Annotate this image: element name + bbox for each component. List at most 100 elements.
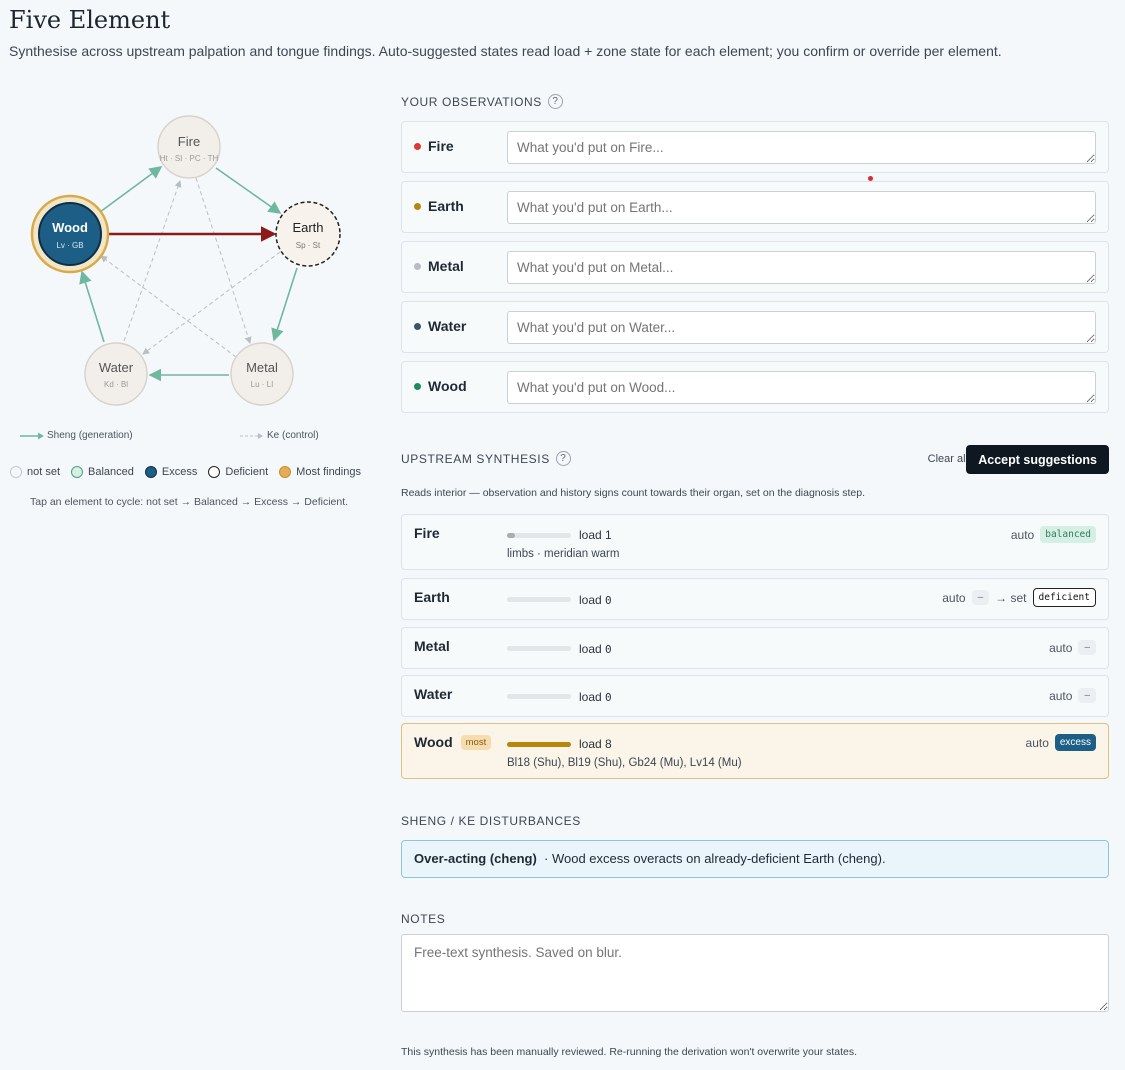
load-value: 0 [605,691,612,704]
auto-state-area: auto balanced [1011,526,1096,543]
ke-arrow-water-fire [123,180,182,342]
fire-dot-icon [414,142,421,150]
notes-section: Notes [401,912,1109,926]
legend-not-set-label: not set [27,466,61,478]
synthesis-heading-label: Upstream synthesis [401,451,550,466]
load-label: load 0 [579,642,612,656]
auto-state-area: auto – → set deficient [942,588,1096,607]
disturbances-heading-label: Sheng / Ke disturbances [401,814,581,828]
load-word: load [579,690,602,704]
state-badge-balanced[interactable]: balanced [1040,526,1096,543]
load-word: load [579,737,602,751]
element-node-earth[interactable]: Earth Sp · St [275,201,341,267]
not-set-swatch-icon [10,466,22,478]
node-label-earth: Earth [292,220,323,235]
load-value: 1 [605,528,612,542]
disturbance-title: Over-acting (cheng) [414,851,537,866]
legend-ke: Ke (control) [240,430,319,441]
observations-heading-label: Your observations [401,94,542,109]
excess-swatch-icon [144,466,157,478]
observation-input-metal[interactable] [507,251,1096,284]
observation-label-text: Fire [428,138,454,154]
disturbance-text: · Wood excess overacts on already-defici… [544,851,886,866]
state-badge-unset: – [971,590,990,605]
auto-label: auto [942,590,966,605]
sheng-arrow-fire-earth [215,167,282,214]
state-legend: not set Balanced Excess Deficient Most f… [10,466,361,478]
observation-input-earth[interactable] [507,191,1096,224]
synthesis-row-earth: Earth load 0 auto – → set deficient [401,578,1109,620]
auto-label: auto [1010,527,1035,542]
state-badge-unset[interactable]: – [1078,688,1096,703]
node-organs-fire: Ht · SI · PC · TH [160,154,219,163]
notes-textarea[interactable] [401,934,1109,1012]
legend-balanced: Balanced [71,466,134,478]
auto-label: auto [1025,735,1049,750]
most-findings-badge: most [460,734,492,750]
auto-label: auto [1049,688,1073,703]
node-label-metal: Metal [246,360,278,375]
ke-arrow-fire-metal [195,177,252,344]
observation-label-earth: Earth [414,198,464,214]
ke-line-icon [240,432,263,439]
observation-label-water: Water [414,318,466,334]
legend-deficient-label: Deficient [225,466,269,478]
load-bar [507,742,571,747]
load-bar [507,694,571,699]
node-label-wood: Wood [52,220,88,235]
balanced-swatch-icon [71,466,84,478]
observation-label-text: Metal [428,258,464,274]
legend-sheng: Sheng (generation) [20,430,133,441]
sheng-arrow-wood-fire [99,166,163,213]
load-detail: limbs · meridian warm [507,548,620,560]
accept-suggestions-button[interactable]: Accept suggestions [966,445,1109,474]
help-icon[interactable]: ? [555,451,571,466]
cycle-hint: Tap an element to cycle: not set → Balan… [30,496,349,508]
synthesis-heading: Upstream synthesis ? [401,451,571,466]
observation-label-text: Wood [428,378,467,394]
load-bar [507,646,571,651]
node-organs-wood: Lv · GB [56,241,83,250]
earth-dot-icon [414,202,421,210]
node-organs-earth: Sp · St [296,241,321,250]
load-bar [507,533,571,538]
auto-state-area: auto – [1049,688,1096,703]
synthesis-name-text: Wood [414,734,453,750]
node-label-water: Water [99,360,134,375]
clear-all-button[interactable]: Clear all [928,453,968,465]
synthesis-name-text: Earth [414,589,450,605]
synthesis-name-water: Water [414,686,452,702]
synthesis-row-metal: Metal load 0 auto – [401,627,1109,669]
observation-input-fire[interactable] [507,131,1096,164]
observation-input-water[interactable] [507,311,1096,344]
legend-deficient: Deficient [208,466,268,478]
node-label-fire: Fire [178,134,200,149]
load-value: 0 [605,594,612,607]
synthesis-name-earth: Earth [414,589,450,605]
observation-label-text: Earth [428,198,464,214]
load-word: load [579,593,602,607]
state-badge-excess[interactable]: excess [1054,734,1096,751]
legend-ke-label: Ke (control) [267,430,319,441]
legend-excess-label: Excess [161,466,198,478]
state-badge-deficient[interactable]: deficient [1032,588,1096,607]
observation-input-wood[interactable] [507,371,1096,404]
node-organs-metal: Lu · LI [251,380,274,389]
auto-state-area: auto excess [1026,734,1096,751]
water-dot-icon [414,322,421,330]
sheng-line-icon [20,432,44,439]
state-badge-unset[interactable]: – [1078,640,1096,655]
sheng-arrow-water-wood [79,270,105,343]
element-node-water[interactable]: Water Kd · Bl [84,342,148,406]
legend-sheng-label: Sheng (generation) [47,430,133,441]
page-subtitle: Synthesise across upstream palpation and… [9,43,1002,59]
synthesis-name-text: Fire [414,525,440,541]
load-word: load [579,642,602,656]
element-node-metal[interactable]: Metal Lu · LI [230,342,294,406]
help-icon[interactable]: ? [547,94,563,109]
cursor-indicator [868,176,873,181]
observation-label-fire: Fire [414,138,454,154]
review-footnote: This synthesis has been manually reviewe… [401,1046,858,1058]
element-node-wood[interactable]: Wood Lv · GB [30,194,110,274]
element-node-fire[interactable]: Fire Ht · SI · PC · TH [157,115,221,179]
